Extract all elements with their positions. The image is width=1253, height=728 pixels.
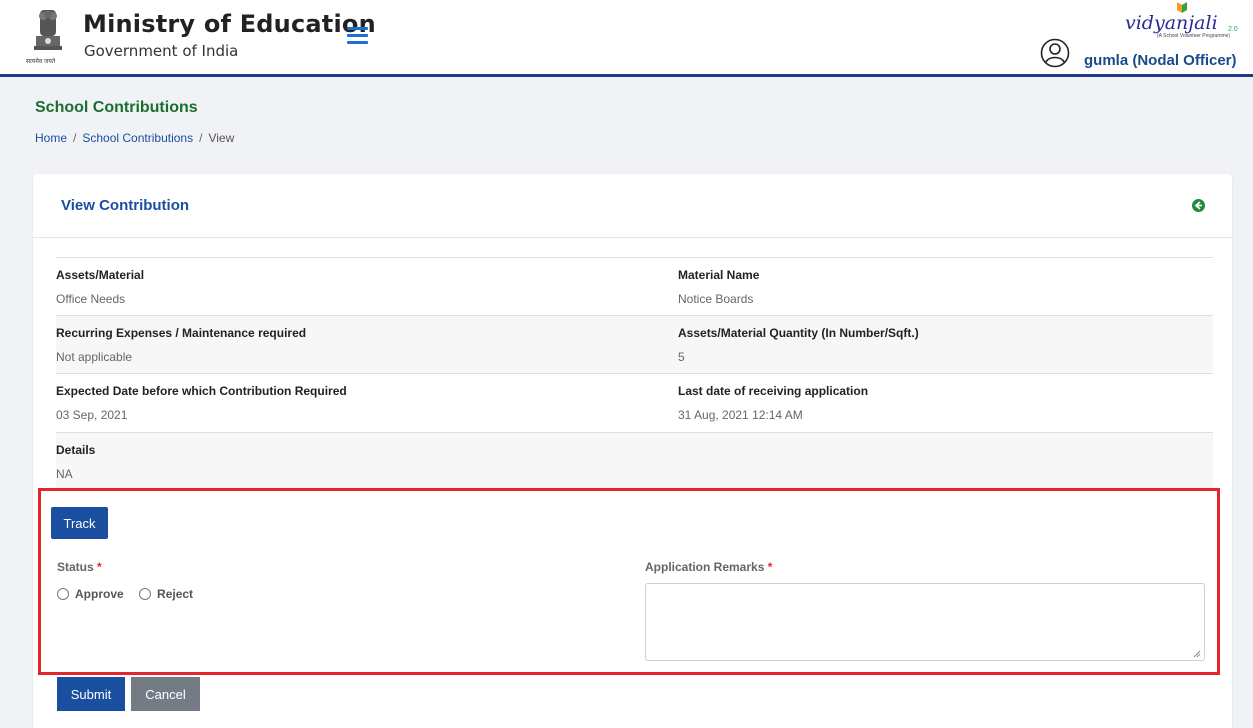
status-label-text: Status [57, 560, 94, 574]
required-marker: * [97, 560, 102, 574]
detail-row: Recurring Expenses / Maintenance require… [56, 315, 1213, 373]
breadcrumb-separator: / [199, 131, 203, 145]
status-field-label: Status * [57, 560, 102, 574]
remarks-field-label: Application Remarks * [645, 560, 772, 574]
detail-value: NA [56, 467, 73, 481]
required-marker: * [767, 560, 773, 574]
breadcrumb-separator: / [73, 131, 77, 145]
application-remarks-textarea[interactable] [645, 583, 1205, 661]
detail-cell: Details NA [56, 443, 95, 481]
detail-cell: Recurring Expenses / Maintenance require… [56, 326, 306, 364]
detail-label: Expected Date before which Contribution … [56, 384, 347, 398]
detail-cell: Last date of receiving application 31 Au… [678, 384, 868, 422]
hamburger-menu-icon[interactable] [347, 27, 368, 44]
back-arrow-icon[interactable] [1192, 199, 1205, 212]
vidyanjali-version: 2.0 [1228, 26, 1238, 33]
detail-value: Not applicable [56, 350, 133, 364]
status-radio-group: Approve Reject [57, 586, 205, 601]
emblem-caption: सत्यमेव जयते [26, 59, 56, 65]
detail-label: Material Name [678, 268, 760, 282]
breadcrumb-current: View [208, 131, 235, 145]
detail-cell: Assets/Material Quantity (In Number/Sqft… [678, 326, 919, 364]
user-name[interactable]: gumla (Nodal Officer) [1084, 52, 1237, 69]
detail-value: 31 Aug, 2021 12:14 AM [678, 408, 803, 422]
detail-row: Details NA [56, 432, 1213, 488]
detail-label: Assets/Material Quantity (In Number/Sqft… [678, 326, 919, 340]
cancel-button[interactable]: Cancel [131, 677, 200, 711]
card-header: View Contribution [33, 174, 1232, 238]
detail-label: Recurring Expenses / Maintenance require… [56, 326, 307, 340]
page-title: School Contributions [35, 99, 198, 116]
detail-label: Last date of receiving application [678, 384, 869, 398]
breadcrumb: Home / School Contributions / View [35, 131, 234, 145]
vidyanjali-tagline: (A School Volunteer Programme) [1157, 33, 1231, 39]
breadcrumb-school-contributions[interactable]: School Contributions [82, 131, 193, 145]
approve-radio[interactable] [57, 587, 69, 600]
ministry-subtitle: Government of India [84, 42, 239, 60]
user-avatar-icon[interactable] [1040, 38, 1070, 68]
reject-radio[interactable] [139, 587, 152, 600]
approve-radio-label[interactable]: Approve [75, 587, 124, 601]
reject-radio-label[interactable]: Reject [157, 587, 193, 601]
remarks-label-text: Application Remarks [645, 560, 765, 574]
detail-cell: Material Name Notice Boards [678, 268, 759, 306]
detail-cell: Expected Date before which Contribution … [56, 384, 347, 422]
card-title: View Contribution [61, 197, 190, 214]
detail-row: Expected Date before which Contribution … [56, 373, 1213, 432]
detail-label: Details [56, 443, 96, 457]
breadcrumb-home[interactable]: Home [35, 131, 67, 145]
detail-value: 03 Sep, 2021 [56, 408, 128, 422]
top-header: सत्यमेव जयते Ministry of Education Gover… [0, 0, 1253, 77]
detail-value: Office Needs [56, 292, 126, 306]
submit-button[interactable]: Submit [57, 677, 125, 711]
track-button[interactable]: Track [51, 507, 108, 539]
detail-value: 5 [678, 350, 685, 364]
ministry-title: Ministry of Education [83, 10, 376, 38]
detail-label: Assets/Material [56, 268, 145, 282]
detail-row: Assets/Material Office Needs Material Na… [56, 257, 1213, 315]
resize-grip-icon[interactable] [1193, 650, 1201, 658]
detail-cell: Assets/Material Office Needs [56, 268, 144, 306]
detail-value: Notice Boards [678, 292, 754, 306]
vidyanjali-logo-text: vidyanjali [1125, 12, 1218, 34]
